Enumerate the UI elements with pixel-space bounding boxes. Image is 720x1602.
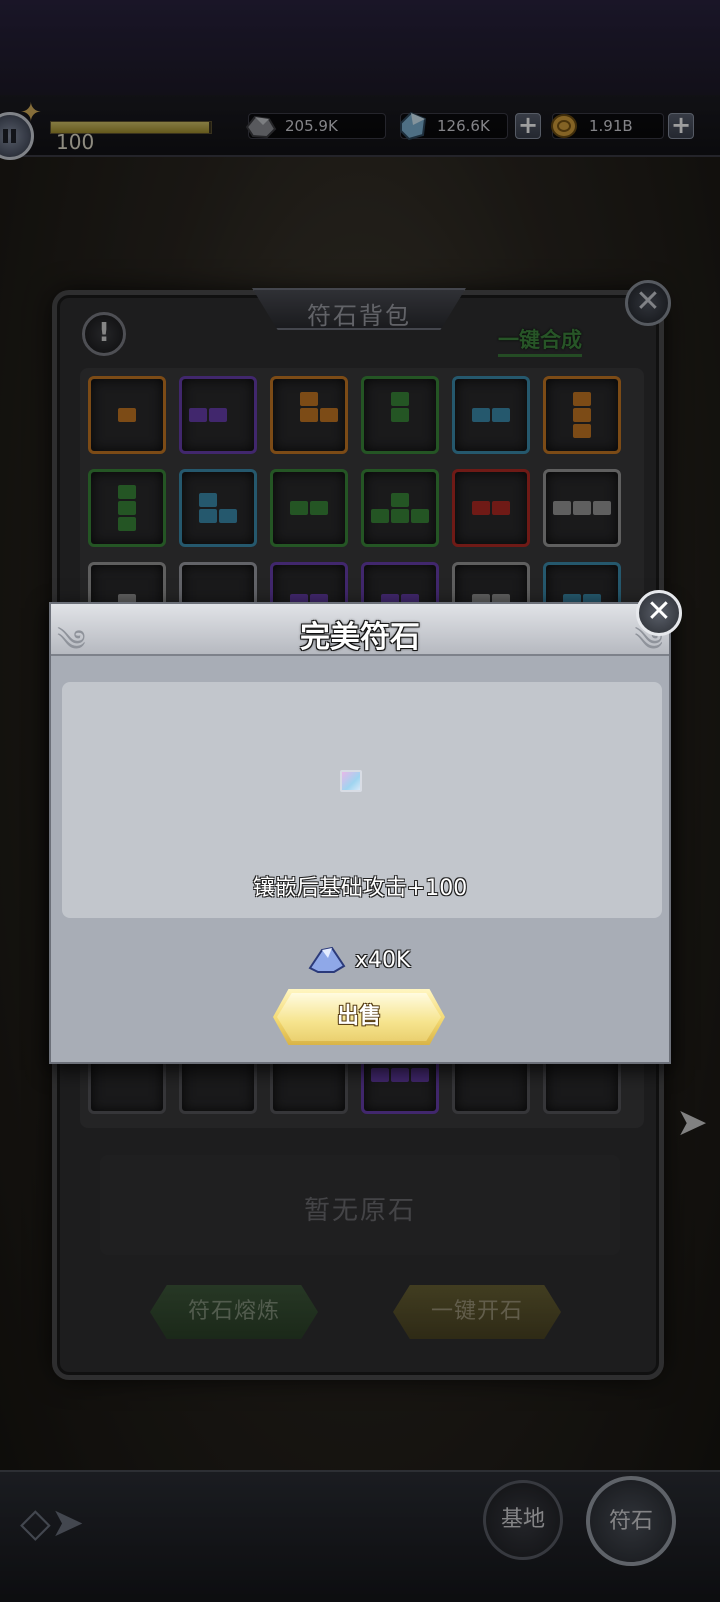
rune-slot[interactable] xyxy=(543,376,621,454)
rune-block xyxy=(310,501,328,515)
rune-block xyxy=(118,501,136,515)
ore-value: 205.9K xyxy=(285,117,338,135)
top-background xyxy=(0,0,720,95)
rune-block xyxy=(573,408,591,422)
rune-block xyxy=(199,493,217,507)
rune-block xyxy=(391,1068,409,1082)
crystal-price-icon xyxy=(308,946,346,973)
sell-button-label: 出售 xyxy=(336,1004,381,1029)
rune-block xyxy=(189,408,207,422)
crystal-icon xyxy=(400,111,427,141)
modal-title: 完美符石 xyxy=(300,620,420,655)
rune-block xyxy=(118,517,136,531)
rune-slot[interactable] xyxy=(179,469,257,547)
ore-resource: 205.9K xyxy=(245,113,386,139)
rune-block xyxy=(411,509,429,523)
sell-price: x40K xyxy=(355,948,411,973)
rune-block xyxy=(492,408,510,422)
pause-icon xyxy=(3,129,8,143)
perfect-rune-icon xyxy=(340,770,362,792)
player-level: 100 xyxy=(56,130,95,154)
nav-rune-button[interactable]: 符石 xyxy=(586,1476,676,1566)
rune-block xyxy=(573,424,591,438)
one-click-compose-button[interactable]: 一键合成 xyxy=(498,324,582,357)
rune-effect-text: 镶嵌后基础攻击+100 xyxy=(252,876,468,901)
sell-button[interactable]: 出售 xyxy=(273,989,445,1045)
logo-icon: ◇➤ xyxy=(20,1500,85,1546)
crystal-value: 126.6K xyxy=(437,117,490,135)
one-click-open-button[interactable]: 一键开石 xyxy=(393,1285,561,1339)
rune-block xyxy=(118,408,136,422)
rune-block xyxy=(371,509,389,523)
rune-slot[interactable] xyxy=(361,376,439,454)
rune-block xyxy=(472,501,490,515)
rune-block xyxy=(290,501,308,515)
panel-close-button[interactable]: ✕ xyxy=(625,280,671,326)
no-raw-stone-text: 暂无原石 xyxy=(303,1196,416,1226)
rune-smelt-button[interactable]: 符石熔炼 xyxy=(150,1285,318,1339)
gold-resource: 1.91B xyxy=(551,113,664,139)
rune-slot[interactable] xyxy=(270,469,348,547)
crystal-resource: 126.6K xyxy=(400,111,508,141)
rune-block xyxy=(219,509,237,523)
rune-slot[interactable] xyxy=(452,469,530,547)
side-arrow-icon[interactable]: ➤ xyxy=(676,1100,708,1144)
rune-block xyxy=(199,509,217,523)
rune-block xyxy=(118,485,136,499)
add-crystal-button[interactable]: + xyxy=(515,113,541,139)
rune-slot[interactable] xyxy=(361,469,439,547)
rune-slot[interactable] xyxy=(270,376,348,454)
ore-icon xyxy=(245,115,277,139)
gold-coin-icon xyxy=(551,114,577,138)
rune-block xyxy=(391,392,409,406)
rune-block xyxy=(411,1068,429,1082)
rune-block xyxy=(472,408,490,422)
rune-block xyxy=(492,501,510,515)
rune-block xyxy=(573,501,591,515)
rune-block xyxy=(573,392,591,406)
modal-header: ༄ ༄ 完美符石 xyxy=(51,604,669,659)
gold-value: 1.91B xyxy=(589,117,633,135)
rune-block xyxy=(391,408,409,422)
rune-slot[interactable] xyxy=(452,376,530,454)
panel-title: 符石背包 xyxy=(307,302,411,330)
rune-block xyxy=(320,408,338,422)
add-gold-button[interactable]: + xyxy=(668,113,694,139)
rune-block xyxy=(391,509,409,523)
rune-block xyxy=(371,1068,389,1082)
rune-block xyxy=(300,408,318,422)
rune-slot[interactable] xyxy=(88,376,166,454)
rune-block xyxy=(300,392,318,406)
rune-slot[interactable] xyxy=(543,469,621,547)
rune-slot[interactable] xyxy=(88,469,166,547)
nav-base-button[interactable]: 基地 xyxy=(483,1480,563,1560)
modal-close-button[interactable]: ✕ xyxy=(636,590,682,636)
rune-block xyxy=(593,501,611,515)
info-button[interactable]: ! xyxy=(82,312,126,356)
rune-slot[interactable] xyxy=(179,376,257,454)
rune-block xyxy=(553,501,571,515)
rune-block xyxy=(391,493,409,507)
rune-block xyxy=(209,408,227,422)
